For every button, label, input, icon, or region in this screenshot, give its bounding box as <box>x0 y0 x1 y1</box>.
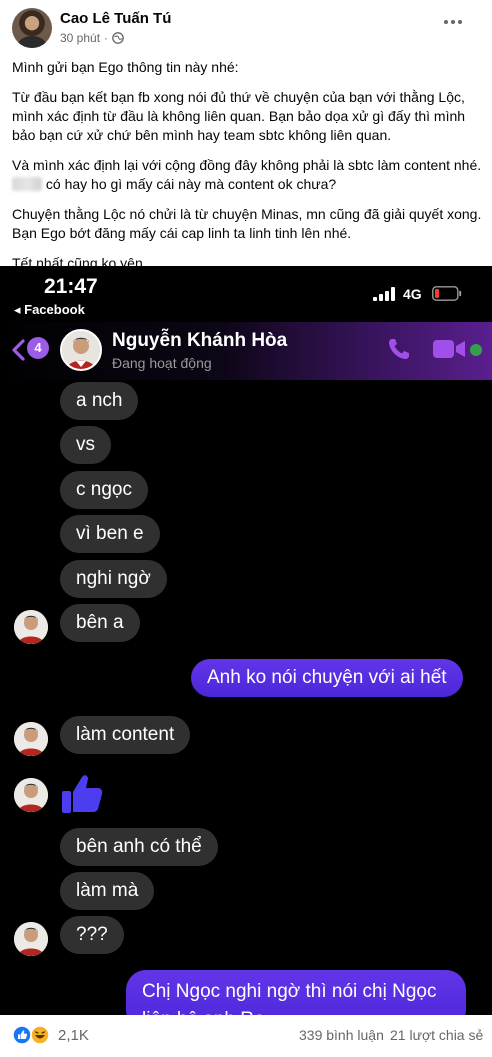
more-options-icon[interactable] <box>440 12 466 32</box>
like-reaction-icon <box>12 1025 32 1045</box>
globe-icon <box>112 32 124 44</box>
message-incoming[interactable]: bên anh có thể <box>60 828 218 866</box>
message-outgoing[interactable]: Chị Ngọc nghi ngờ thì nói chị Ngọc liên … <box>126 970 466 1015</box>
back-to-facebook: ◂ Facebook <box>14 302 85 317</box>
reaction-icons[interactable] <box>12 1025 56 1045</box>
phone-icon[interactable] <box>386 336 412 362</box>
sender-avatar <box>14 778 48 812</box>
post-meta: 30 phút · <box>60 31 124 45</box>
comment-count[interactable]: 339 bình luận <box>299 1027 384 1043</box>
post-paragraph: Chuyện thằng Lộc nó chửi là từ chuyện Mi… <box>12 206 482 241</box>
online-indicator <box>470 344 482 356</box>
signal-icon <box>373 287 395 301</box>
unread-badge: 4 <box>27 337 49 359</box>
post-footer: 2,1K 339 bình luận 21 lượt chia sẻ <box>0 1015 492 1057</box>
message-incoming[interactable]: làm mà <box>60 872 155 910</box>
status-time: 21:47 <box>44 275 98 298</box>
post-line: có hay ho gì mấy cái này mà content ok c… <box>45 176 337 192</box>
haha-reaction-icon <box>30 1025 50 1045</box>
face-icon <box>14 722 48 756</box>
face-icon <box>14 610 48 644</box>
message-incoming[interactable]: bên a <box>60 604 140 642</box>
post-body: Mình gửi bạn Ego thông tin này nhé: Từ đ… <box>12 58 484 284</box>
contact-avatar[interactable] <box>60 329 102 371</box>
message-line: liên hệ anh Ro <box>142 1006 450 1015</box>
post-paragraph: Mình gửi bạn Ego thông tin này nhé: <box>12 59 239 75</box>
network-type: 4G <box>403 286 422 302</box>
message-incoming[interactable]: nghi ngờ <box>60 560 167 598</box>
redacted-text <box>12 177 42 191</box>
thumbs-up-icon[interactable] <box>60 772 104 816</box>
chat-header: 4 Nguyễn Khánh Hòa Đang hoạt động <box>0 322 492 380</box>
reaction-count[interactable]: 2,1K <box>58 1027 89 1044</box>
share-count[interactable]: 21 lượt chia sẻ <box>390 1027 483 1043</box>
face-icon <box>14 778 48 812</box>
chevron-left-icon[interactable] <box>10 338 26 362</box>
author-name[interactable]: Cao Lê Tuấn Tú <box>60 10 171 27</box>
face-icon <box>14 922 48 956</box>
message-incoming[interactable]: a nch <box>60 382 139 420</box>
meta-dot: · <box>104 31 109 45</box>
video-call-icon[interactable] <box>432 338 466 360</box>
post-paragraph: Từ đầu bạn kết bạn fb xong nói đủ thứ về… <box>12 89 466 143</box>
sender-avatar <box>14 922 48 956</box>
sender-avatar <box>14 610 48 644</box>
post-line: Và mình xác định lại với cộng đồng đây k… <box>12 157 482 173</box>
message-incoming[interactable]: làm content <box>60 716 191 754</box>
post-paragraph: Và mình xác định lại với cộng đồng đây k… <box>12 156 484 194</box>
contact-status: Đang hoạt động <box>112 355 212 371</box>
post-header: Cao Lê Tuấn Tú 30 phút · <box>0 0 492 56</box>
message-incoming[interactable]: ??? <box>60 916 124 954</box>
post-time[interactable]: 30 phút <box>60 31 100 45</box>
author-avatar[interactable] <box>12 8 52 48</box>
message-incoming[interactable]: vì ben e <box>60 515 160 553</box>
phone-status-bar: 21:47 ◂ Facebook 4G <box>0 266 492 326</box>
sender-avatar <box>14 722 48 756</box>
message-outgoing[interactable]: Anh ko nói chuyện với ai hết <box>191 659 463 697</box>
message-incoming[interactable]: c ngọc <box>60 471 148 509</box>
face-icon <box>62 331 100 369</box>
message-incoming[interactable]: vs <box>60 426 111 464</box>
battery-icon <box>432 286 462 301</box>
contact-name[interactable]: Nguyễn Khánh Hòa <box>112 330 287 352</box>
message-line: Chị Ngọc nghi ngờ thì nói chị Ngọc <box>142 981 437 1002</box>
messenger-screenshot[interactable]: 21:47 ◂ Facebook 4G 4 Nguyễn Khánh Hòa Đ… <box>0 266 492 1015</box>
